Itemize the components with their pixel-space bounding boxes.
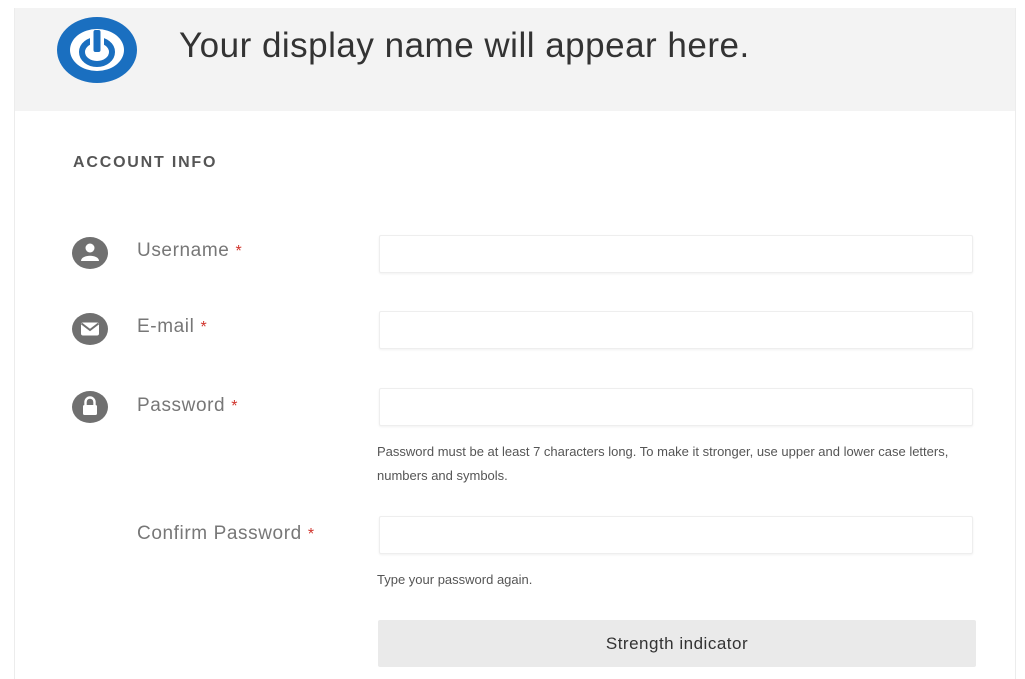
email-label: E-mail *: [137, 316, 207, 338]
user-icon: [72, 237, 108, 269]
email-input[interactable]: [379, 311, 973, 349]
required-mark: *: [235, 243, 243, 260]
confirm-password-help-text: Type your password again.: [377, 572, 533, 587]
profile-header: Your display name will appear here.: [15, 8, 1015, 111]
required-mark: *: [231, 398, 239, 415]
power-icon: [57, 17, 137, 83]
username-input[interactable]: [379, 235, 973, 273]
password-label-text: Password: [137, 395, 226, 416]
required-mark: *: [307, 526, 315, 543]
username-label-text: Username: [137, 240, 230, 261]
envelope-icon: [72, 313, 108, 345]
confirm-password-label: Confirm Password *: [137, 523, 315, 545]
strength-indicator: Strength indicator: [378, 620, 976, 667]
confirm-password-input[interactable]: [379, 516, 973, 554]
password-label: Password *: [137, 395, 238, 417]
password-help-text: Password must be at least 7 characters l…: [377, 444, 949, 483]
section-title: ACCOUNT INFO: [73, 154, 218, 171]
password-input[interactable]: [379, 388, 973, 426]
registration-form-page: Your display name will appear here. ACCO…: [14, 8, 1016, 679]
lock-icon: [72, 391, 108, 423]
confirm-password-label-text: Confirm Password: [137, 523, 302, 544]
username-label: Username *: [137, 240, 242, 262]
email-label-text: E-mail: [137, 316, 195, 337]
display-name: Your display name will appear here.: [179, 26, 750, 65]
required-mark: *: [200, 319, 208, 336]
